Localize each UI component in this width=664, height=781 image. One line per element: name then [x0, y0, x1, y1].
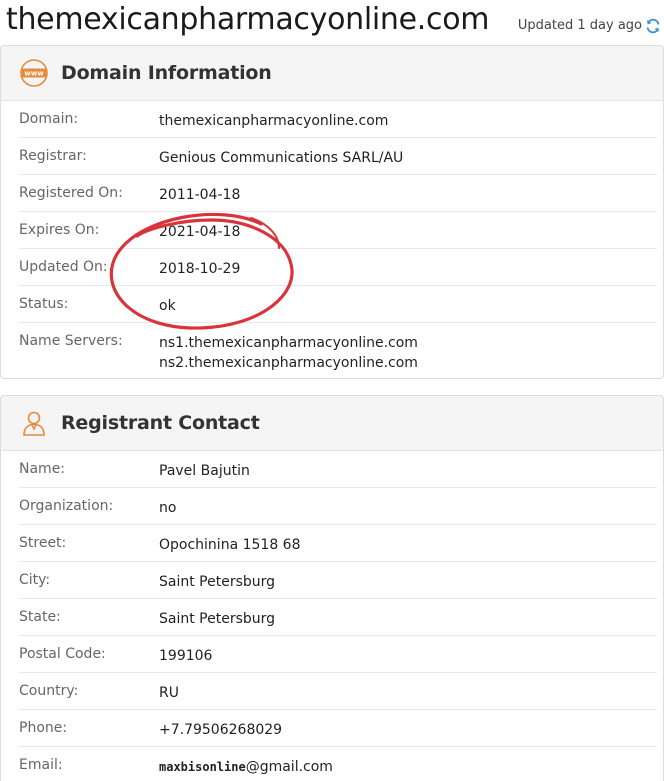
- row-label: City:: [19, 572, 51, 588]
- row-value: Genious Communications SARL/AU: [159, 150, 404, 166]
- row-value: themexicanpharmacyonline.com: [159, 113, 389, 129]
- row-value: RU: [159, 685, 179, 701]
- row-value: Opochinina 1518 68: [159, 537, 301, 553]
- row-label: Postal Code:: [19, 646, 106, 662]
- top-bar: themexicanpharmacyonline.com Updated 1 d…: [0, 0, 664, 44]
- row-value: 2021-04-18: [159, 224, 241, 240]
- registrant-contact-panel: Registrant Contact Name: Pavel Bajutin O…: [0, 395, 664, 781]
- domain-row: Domain: themexicanpharmacyonline.com: [19, 101, 657, 138]
- row-value: 2018-10-29: [159, 261, 241, 277]
- row-label: Registered On:: [19, 185, 123, 201]
- registered-on-row: Registered On: 2011-04-18: [19, 175, 657, 212]
- row-value: Saint Petersburg: [159, 611, 276, 627]
- expires-on-row: Expires On: 2021-04-18: [19, 212, 657, 249]
- country-row: Country: RU: [19, 673, 657, 710]
- svg-text:www: www: [24, 70, 44, 78]
- page-title: themexicanpharmacyonline.com: [6, 2, 490, 37]
- row-value: 199106: [159, 648, 213, 664]
- organization-row: Organization: no: [19, 488, 657, 525]
- updated-on-row: Updated On: 2018-10-29: [19, 249, 657, 286]
- email-domain: @gmail.com: [245, 759, 333, 775]
- domain-panel-header: www Domain Information: [1, 46, 663, 101]
- row-label: Phone:: [19, 720, 68, 736]
- name-server-2: ns2.themexicanpharmacyonline.com: [159, 355, 418, 371]
- row-label: Street:: [19, 535, 67, 551]
- phone-row: Phone: +7.79506268029: [19, 710, 657, 747]
- email-user: maxbisonline: [159, 760, 246, 774]
- row-label: State:: [19, 609, 61, 625]
- person-icon: [23, 411, 45, 436]
- row-value: maxbisonline@gmail.com: [159, 757, 333, 777]
- registrar-row: Registrar: Genious Communications SARL/A…: [19, 138, 657, 175]
- postal-code-row: Postal Code: 199106: [19, 636, 657, 673]
- name-server-1: ns1.themexicanpharmacyonline.com: [159, 335, 418, 351]
- row-label: Domain:: [19, 111, 79, 127]
- row-value: ns1.themexicanpharmacyonline.com ns2.the…: [159, 333, 418, 373]
- domain-panel-title: Domain Information: [61, 62, 272, 84]
- contact-panel-header: Registrant Contact: [1, 396, 663, 451]
- row-label: Expires On:: [19, 222, 100, 238]
- row-label: Email:: [19, 757, 63, 773]
- status-row: Status: ok: [19, 286, 657, 323]
- row-label: Country:: [19, 683, 79, 699]
- row-value: Saint Petersburg: [159, 574, 276, 590]
- name-servers-row: Name Servers: ns1.themexicanpharmacyonli…: [19, 323, 657, 378]
- row-label: Name:: [19, 461, 66, 477]
- row-label: Status:: [19, 296, 69, 312]
- row-value: ok: [159, 298, 176, 314]
- row-value: 2011-04-18: [159, 187, 241, 203]
- refresh-icon[interactable]: [645, 18, 661, 34]
- street-row: Street: Opochinina 1518 68: [19, 525, 657, 562]
- city-row: City: Saint Petersburg: [19, 562, 657, 599]
- updated-status: Updated 1 day ago: [517, 18, 642, 33]
- www-icon: www: [20, 59, 48, 87]
- state-row: State: Saint Petersburg: [19, 599, 657, 636]
- row-value: Pavel Bajutin: [159, 463, 250, 479]
- row-label: Organization:: [19, 498, 114, 514]
- row-value: +7.79506268029: [159, 722, 283, 738]
- row-label: Registrar:: [19, 148, 87, 164]
- row-value: no: [159, 500, 177, 516]
- row-label: Name Servers:: [19, 333, 123, 349]
- row-label: Updated On:: [19, 259, 108, 275]
- contact-panel-title: Registrant Contact: [61, 412, 260, 434]
- name-row: Name: Pavel Bajutin: [19, 451, 657, 488]
- domain-information-panel: www Domain Information Domain: themexica…: [0, 45, 664, 379]
- email-row: Email: maxbisonline@gmail.com: [19, 747, 657, 781]
